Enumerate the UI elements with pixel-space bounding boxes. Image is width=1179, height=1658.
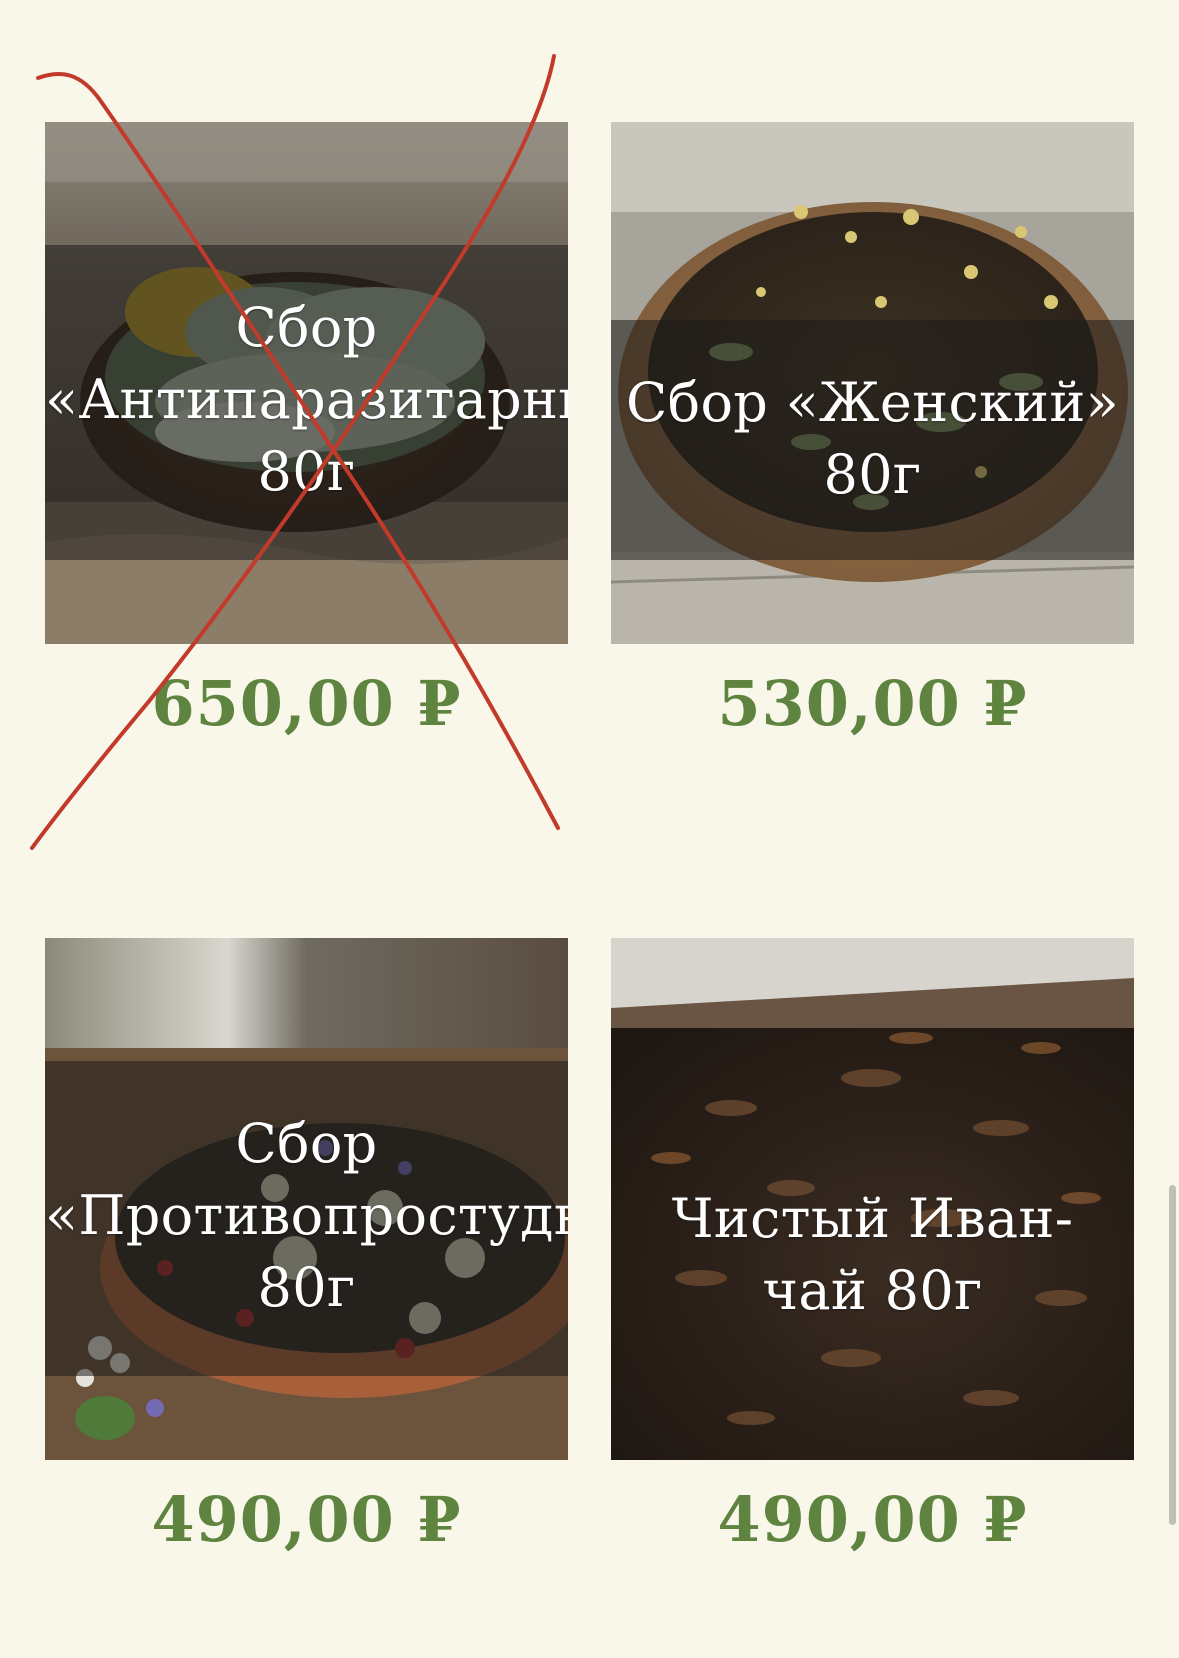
product-title[interactable]: Сбор «Женский» 80г	[611, 367, 1134, 511]
product-image[interactable]: Чистый Иван- чай 80г	[611, 938, 1134, 1460]
product-card-female[interactable]: Сбор «Женский» 80г 530,00 ₽	[611, 122, 1134, 740]
product-title-line: 80г	[257, 1256, 356, 1319]
product-title[interactable]: Чистый Иван- чай 80г	[611, 1183, 1134, 1327]
product-title-line: Сбор «Женский»	[626, 371, 1119, 434]
product-title-line: 80г	[257, 440, 356, 503]
product-title-line: чай 80г	[762, 1259, 983, 1322]
product-title-line: Сбор	[235, 296, 378, 359]
product-card-anticold[interactable]: Сбор «Противопростудный» 80г 490,00 ₽	[45, 938, 568, 1556]
product-price: 530,00 ₽	[717, 667, 1028, 740]
product-title-line: «Антипаразитарный»	[45, 368, 568, 431]
product-card-ivan-tea[interactable]: Чистый Иван- чай 80г 490,00 ₽	[611, 938, 1134, 1556]
product-image[interactable]: Сбор «Антипаразитарный» 80г	[45, 122, 568, 644]
scrollbar[interactable]	[1169, 1185, 1176, 1525]
product-title-line: Чистый Иван-	[671, 1187, 1074, 1250]
product-title-line: 80г	[823, 443, 922, 506]
product-title-line: Сбор	[235, 1112, 378, 1175]
product-card-antiparasitic[interactable]: Сбор «Антипаразитарный» 80г 650,00 ₽	[45, 122, 568, 740]
product-price: 490,00 ₽	[151, 1483, 462, 1556]
product-image[interactable]: Сбор «Противопростудный» 80г	[45, 938, 568, 1460]
product-title[interactable]: Сбор «Противопростудный» 80г	[45, 1108, 568, 1324]
product-price: 490,00 ₽	[717, 1483, 1028, 1556]
product-price: 650,00 ₽	[151, 667, 462, 740]
product-title-line: «Противопростудный»	[45, 1184, 568, 1247]
product-image[interactable]: Сбор «Женский» 80г	[611, 122, 1134, 644]
product-title[interactable]: Сбор «Антипаразитарный» 80г	[45, 292, 568, 508]
